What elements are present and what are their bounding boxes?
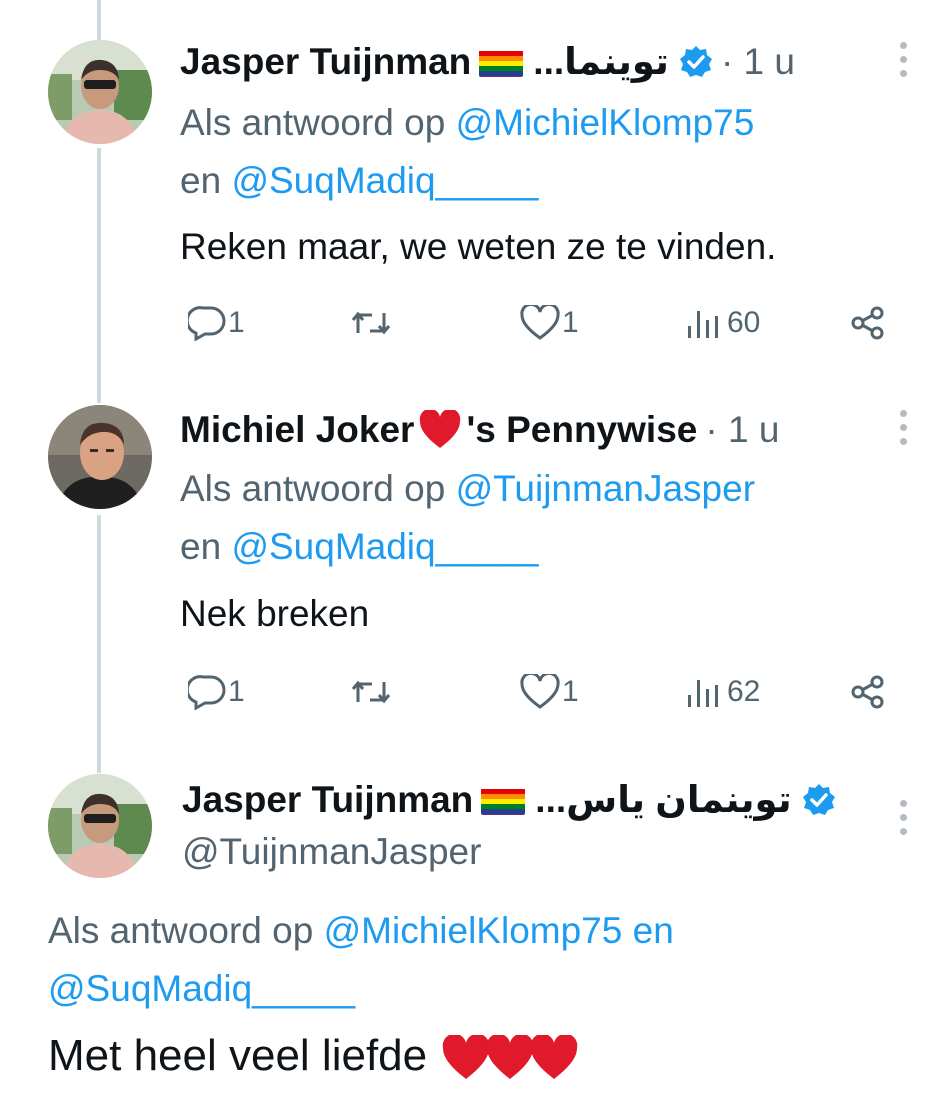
timestamp[interactable]: · 1 u	[705, 408, 779, 452]
tweet-text: Nek breken	[180, 593, 370, 634]
tweet-focused[interactable]: Jasper Tuijnman ... توينمان ياس @Tuijnma…	[0, 760, 941, 1080]
reply-conjunction: en	[180, 160, 222, 201]
more-options-icon[interactable]	[897, 800, 909, 840]
views-count: 60	[727, 306, 761, 339]
tweet-text: Reken maar, we weten ze te vinden.	[180, 226, 777, 267]
retweet-button[interactable]	[350, 667, 392, 717]
author-name-arabic: توينما	[564, 41, 669, 82]
heart-emoji-icon	[485, 1034, 535, 1081]
rainbow-flag-icon	[481, 785, 526, 815]
heart-emoji-icon	[418, 408, 462, 450]
reply-button[interactable]: 1	[188, 667, 245, 717]
reply-count: 1	[228, 675, 245, 708]
reply-button[interactable]: 1	[188, 298, 245, 348]
mention-link[interactable]: @SuqMadiq_____	[48, 968, 355, 1009]
timestamp[interactable]: · 1 u	[721, 40, 795, 84]
reply-prefix: Als antwoord op	[180, 468, 446, 509]
like-count: 1	[562, 306, 579, 339]
reply-prefix: Als antwoord op	[180, 102, 446, 143]
mention-link[interactable]: @SuqMadiq_____	[231, 160, 538, 201]
more-options-icon[interactable]	[897, 410, 909, 450]
avatar[interactable]	[48, 40, 152, 144]
like-button[interactable]: 1	[520, 667, 579, 717]
avatar[interactable]	[48, 405, 152, 509]
author-name[interactable]: Jasper Tuijnman	[182, 778, 473, 822]
share-button[interactable]	[850, 298, 886, 348]
verified-badge-icon	[679, 45, 713, 79]
rainbow-flag-icon	[479, 47, 524, 77]
reply-context: Als antwoord op @TuijnmanJasper en @SuqM…	[180, 460, 920, 576]
name-ellipsis: ...	[535, 779, 567, 820]
tweet-text-row: Met heel veel liefde	[48, 1028, 579, 1084]
like-count: 1	[562, 675, 579, 708]
mention-link[interactable]: @SuqMadiq_____	[231, 526, 538, 567]
more-options-icon[interactable]	[897, 42, 909, 82]
tweet-actions: 1 1 62	[180, 667, 900, 717]
reply-context: Als antwoord op @MichielKlomp75 en @SuqM…	[48, 902, 908, 1018]
reply-count: 1	[228, 306, 245, 339]
tweet-text: Met heel veel liefde	[48, 1031, 428, 1080]
share-button[interactable]	[850, 667, 886, 717]
author-handle[interactable]: @TuijnmanJasper	[182, 830, 481, 874]
reply-prefix: Als antwoord op	[48, 910, 314, 951]
author-name[interactable]: Jasper Tuijnman	[180, 40, 471, 84]
author-name-suffix: 's Pennywise	[466, 409, 698, 450]
author-name-arabic: توينمان ياس	[566, 779, 792, 820]
views-count: 62	[727, 675, 761, 708]
reply-conjunction: en	[632, 910, 674, 951]
heart-emoji-icon	[529, 1034, 579, 1081]
retweet-button[interactable]	[350, 298, 392, 348]
verified-badge-icon	[802, 783, 836, 817]
views-button[interactable]: 60	[685, 298, 760, 348]
mention-link[interactable]: @TuijnmanJasper	[456, 468, 755, 509]
avatar[interactable]	[48, 774, 152, 878]
reply-context: Als antwoord op @MichielKlomp75 en @SuqM…	[180, 94, 920, 210]
tweet[interactable]: Jasper Tuijnman ... توينما · 1 u Als ant…	[0, 0, 941, 380]
mention-link[interactable]: @MichielKlomp75	[324, 910, 623, 951]
tweet[interactable]: Michiel Joker 's Pennywise · 1 u Als ant…	[0, 380, 941, 750]
mention-link[interactable]: @MichielKlomp75	[456, 102, 755, 143]
views-button[interactable]: 62	[685, 667, 760, 717]
tweet-actions: 1 1 60	[180, 298, 900, 348]
name-ellipsis: ...	[533, 41, 565, 82]
reply-conjunction: en	[180, 526, 222, 567]
like-button[interactable]: 1	[520, 298, 579, 348]
heart-emoji-icon	[441, 1034, 491, 1081]
author-name[interactable]: Michiel Joker	[180, 408, 414, 452]
